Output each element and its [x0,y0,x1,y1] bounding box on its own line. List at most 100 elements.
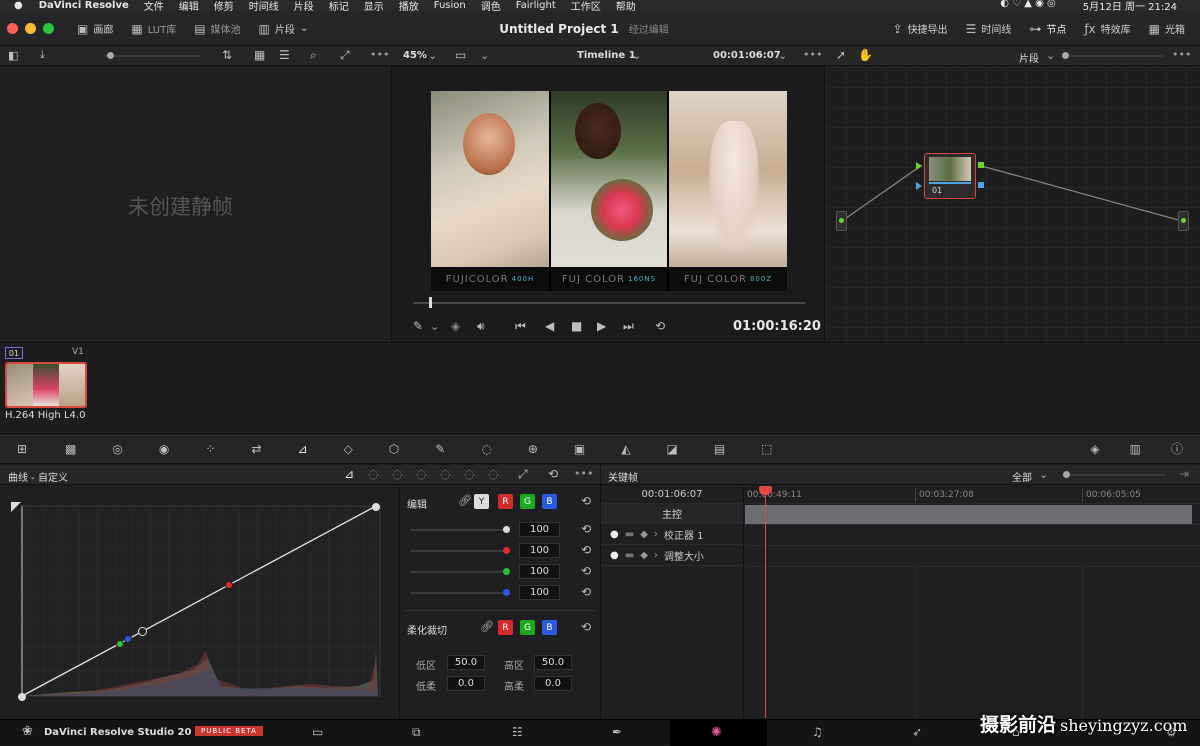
minimize-window-button[interactable] [25,23,36,34]
menu-help[interactable]: 帮助 [616,0,636,11]
sat-vs-lum-icon[interactable]: ◌ [488,468,498,480]
soft-clip-link-icon[interactable]: 🔗︎ [480,621,494,633]
status-icons[interactable]: ◐ ♡ ▲ ◉ ◎ [1000,0,1056,11]
hdr-wheels-icon[interactable]: ◉ [159,443,169,455]
pointer-icon[interactable]: ➚ [836,49,846,61]
3d-icon[interactable]: ⬚ [761,443,772,455]
color-picker-icon[interactable]: ✎ [413,320,423,332]
camera-raw-icon[interactable]: ⊞ [17,443,27,455]
y-slider-handle[interactable] [503,526,510,533]
media-pool-button[interactable]: ▤ 媒体池 [185,21,249,37]
node-more-icon[interactable]: ••• [1172,48,1191,61]
filter-chevron-icon[interactable]: ⌄ [1039,468,1048,481]
play-icon[interactable]: ▶ [597,320,606,332]
scopes-icon[interactable]: ▥ [1130,443,1141,455]
nodes-button[interactable]: ⊶ 节点 [1020,21,1075,37]
close-window-button[interactable] [7,23,18,34]
node-mode-chevron-icon[interactable]: ⌄ [1046,49,1055,62]
warper-mesh-icon[interactable]: ⬡ [389,443,399,455]
green-curve-point[interactable] [116,640,124,648]
low-value[interactable]: 50.0 [447,655,485,670]
clip-thumbnail[interactable] [5,362,87,408]
blue-curve-point[interactable] [124,635,132,643]
cut-page-icon[interactable]: ⧉ [412,726,421,738]
viewer-layout-icon[interactable]: ▭ [455,49,466,61]
high-value[interactable]: 50.0 [534,655,572,670]
search-icon[interactable]: ⌕ [310,49,317,61]
loop-icon[interactable]: ⟲ [655,320,665,332]
sat-vs-sat-icon[interactable]: ◌ [464,468,474,480]
hue-vs-sat-icon[interactable]: ◌ [392,468,402,480]
color-page-tab[interactable]: ✺ [670,720,767,746]
menu-view[interactable]: 显示 [364,0,384,11]
keyframe-expand-icon[interactable]: ⇥ [1179,468,1189,480]
node-key-output[interactable] [978,182,984,188]
grid-view-icon[interactable]: ▦ [254,49,265,61]
fairlight-page-icon[interactable]: ♫ [812,726,823,738]
reset-edit-icon[interactable]: ⟲ [581,495,591,507]
node-rgb-output[interactable] [978,162,984,168]
lightbox-button[interactable]: ▦ 光箱 [1140,21,1194,37]
viewer-scrubber[interactable] [413,302,805,304]
hue-vs-lum-icon[interactable]: ◌ [416,468,426,480]
curves-more-icon[interactable]: ••• [574,467,593,480]
menu-edit[interactable]: 编辑 [179,0,199,11]
menu-file[interactable]: 文件 [144,0,164,11]
apple-icon[interactable]: ● [14,0,23,11]
custom-curve-icon[interactable]: ⊿ [344,468,354,480]
color-warper-icon[interactable]: ◇ [344,443,353,455]
keyframe-zoom-slider[interactable] [1065,474,1165,476]
lum-vs-sat-icon[interactable]: ◌ [440,468,450,480]
channel-b-button[interactable]: B [542,494,557,509]
tracker-icon[interactable]: ⊕ [528,443,538,455]
r-intensity-value[interactable]: 100 [519,543,560,558]
clips-button[interactable]: ▥ 片段 ⌄ [250,21,318,37]
menu-mark[interactable]: 标记 [329,0,349,11]
lock-icon[interactable]: ▬ [625,550,634,561]
keyframes-panel-icon[interactable]: ◈ [1090,443,1099,455]
deliver-page-icon[interactable]: ➶ [912,726,922,738]
sort-icon[interactable]: ⇅ [222,49,232,61]
stills-zoom-handle[interactable] [107,52,114,59]
node-zoom-handle[interactable] [1062,52,1069,59]
lut-button[interactable]: ▦ LUT库 [122,21,185,37]
scrubber-handle[interactable] [428,297,432,308]
magic-mask-icon[interactable]: ▣ [574,443,585,455]
menu-timeline[interactable]: 时间线 [249,0,279,11]
reset-y-icon[interactable]: ⟲ [581,523,591,535]
reset-curves-icon[interactable]: ⟲ [548,468,558,480]
low-soft-value[interactable]: 0.0 [447,676,485,691]
master-keyframe-bar[interactable] [745,505,1192,524]
high-soft-value[interactable]: 0.0 [534,676,572,691]
y-intensity-slider[interactable] [411,529,507,531]
channel-g-button[interactable]: G [520,494,535,509]
motion-effects-icon[interactable]: ⇄ [251,443,261,455]
hue-vs-hue-icon[interactable]: ◌ [368,468,378,480]
r-slider-handle[interactable] [503,547,510,554]
picker-chevron-icon[interactable]: ⌄ [430,320,439,333]
g-intensity-slider[interactable] [411,571,507,573]
soft-clip-r-button[interactable]: R [498,620,513,635]
diamond-icon[interactable]: ◆ [640,550,648,561]
g-intensity-value[interactable]: 100 [519,564,560,579]
info-icon[interactable]: ⓘ [1171,443,1183,455]
menu-clock[interactable]: 5月12日 周一 21:24 [1083,0,1177,11]
keyframe-filter[interactable]: 全部 [1012,469,1032,484]
b-intensity-value[interactable]: 100 [519,585,560,600]
window-icon[interactable]: ◌ [481,443,491,455]
color-wheels-icon[interactable]: ◎ [112,443,122,455]
node-mode-select[interactable]: 片段 [1019,50,1039,65]
keyframe-ruler[interactable]: 00:00:49:11 00:03:27:08 00:06:05:05 [745,486,1200,504]
viewer-more-icon[interactable]: ••• [803,48,822,61]
menu-color[interactable]: 调色 [481,0,501,11]
skip-to-start-icon[interactable]: ⏮︎ [515,320,526,332]
luma-curve-point[interactable] [138,627,147,636]
step-back-icon[interactable]: ◀ [545,320,554,332]
soft-clip-g-button[interactable]: G [520,620,535,635]
viewer-image[interactable]: FUJICOLOR 400H FUJ COLOR 160NS FUJ COLOR 80… [431,91,787,291]
expand-icon[interactable]: ⤢ [518,468,528,480]
rgb-mixer-icon[interactable]: ⁘ [205,443,215,455]
y-intensity-value[interactable]: 100 [519,522,560,537]
edit-page-icon[interactable]: ☷ [512,726,523,738]
gallery-button[interactable]: ▣ 画廊 [68,21,122,37]
